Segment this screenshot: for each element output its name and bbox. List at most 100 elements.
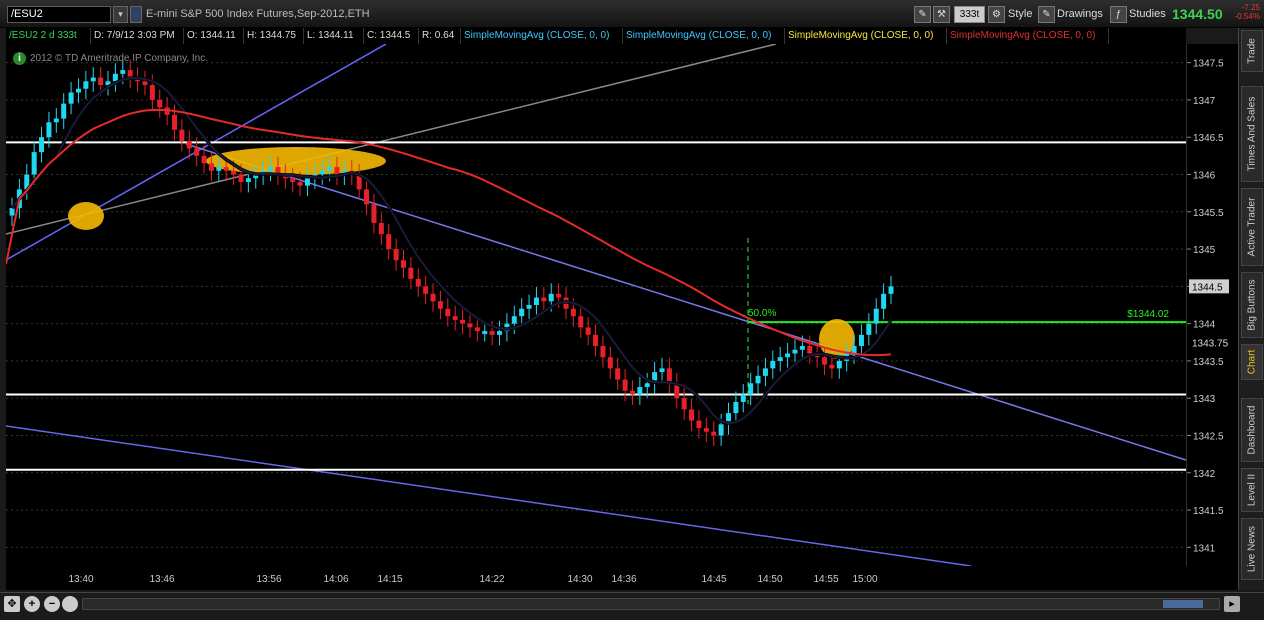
bar-date: D: 7/9/12 3:03 PM — [91, 28, 184, 44]
zoom-in-icon[interactable]: + — [24, 596, 40, 612]
candle-body — [9, 208, 15, 216]
info-icon[interactable]: i — [13, 52, 26, 65]
chart-header: /ESU2 2 d 333t D: 7/9/12 3:03 PM O: 1344… — [6, 28, 1186, 44]
candle-body — [755, 375, 761, 384]
trend-line — [185, 143, 1186, 461]
time-tick-label: 14:06 — [323, 574, 348, 585]
studies-menu[interactable]: Studies — [1129, 8, 1166, 20]
candle-body — [681, 398, 687, 410]
candle-body — [615, 368, 621, 380]
time-tick-label: 14:30 — [567, 574, 592, 585]
candle-body — [777, 357, 783, 361]
candle-body — [327, 167, 333, 171]
candle-body — [881, 293, 887, 309]
time-tick-label: 13:40 — [68, 574, 93, 585]
gear-icon[interactable]: ⚙ — [988, 6, 1005, 23]
candle-body — [578, 316, 584, 328]
time-axis-canvas: 13:40 13:46 13:56 14:06 14:15 14:22 14:30 14:36… — [68, 574, 877, 585]
candle-body — [467, 323, 473, 328]
time-axis[interactable]: 13:40 13:46 13:56 14:06 14:15 14:22 14:30 14:36… — [6, 566, 1238, 590]
tab-times-and-sales[interactable]: Times And Sales — [1241, 86, 1263, 182]
study-label-1[interactable]: SimpleMovingAvg (CLOSE, 0, 0) — [461, 28, 623, 44]
candle-body — [460, 319, 466, 324]
time-scrollbar[interactable] — [82, 598, 1220, 610]
candle-body — [231, 170, 237, 175]
candle-body — [112, 73, 118, 82]
tab-trade[interactable]: Trade — [1241, 30, 1263, 72]
copyright-text: 2012 © TD Ameritrade IP Company, Inc. — [30, 53, 209, 64]
candle-body — [585, 327, 591, 335]
candle-body — [186, 140, 192, 149]
candle-body — [659, 368, 665, 373]
link-icon[interactable] — [130, 6, 142, 23]
candle-body — [371, 204, 377, 223]
price-tick-label: 1343 — [1193, 394, 1216, 405]
time-tick-label: 14:50 — [757, 574, 782, 585]
tab-active-trader[interactable]: Active Trader — [1241, 188, 1263, 266]
symbol-dropdown-icon[interactable]: ▾ — [113, 6, 128, 23]
candle-body — [526, 305, 532, 309]
price-tick-label: 1346 — [1193, 171, 1216, 182]
wrench-icon[interactable]: ⚒ — [933, 6, 950, 23]
candle-body — [208, 163, 214, 171]
drawings-menu[interactable]: Drawings — [1057, 8, 1103, 20]
candle-body — [290, 178, 296, 182]
tab-chart[interactable]: Chart — [1241, 344, 1263, 380]
candle-body — [822, 357, 828, 365]
tab-dashboard[interactable]: Dashboard — [1241, 398, 1263, 462]
candle-body — [75, 88, 81, 93]
candle-body — [223, 167, 229, 171]
studies-icon[interactable]: ƒ — [1110, 6, 1127, 23]
price-tick-label: 1347 — [1193, 96, 1216, 107]
fib-label: 50.0% — [748, 308, 776, 319]
symbol-input[interactable]: /ESU2 — [7, 6, 111, 23]
study-label-4[interactable]: SimpleMovingAvg (CLOSE, 0, 0) — [947, 28, 1109, 44]
candle-body — [792, 349, 798, 354]
candle-body — [386, 234, 392, 250]
price-chart[interactable]: $1344.02 50.0% — [6, 44, 1186, 566]
candle-body — [637, 387, 643, 395]
aggregation-button[interactable]: 333t — [954, 6, 985, 23]
crosshair-icon[interactable]: ✎ — [914, 6, 931, 23]
candle-body — [533, 297, 539, 305]
scrollbar-thumb[interactable] — [1163, 600, 1203, 608]
candle-body — [90, 77, 96, 82]
study-label-3[interactable]: SimpleMovingAvg (CLOSE, 0, 0) — [785, 28, 947, 44]
candle-body — [873, 308, 879, 324]
candle-body — [829, 364, 835, 369]
reset-zoom-icon[interactable] — [62, 596, 78, 612]
candle-body — [851, 346, 857, 354]
candle-body — [68, 92, 74, 104]
candle-body — [53, 118, 59, 123]
candle-body — [393, 249, 399, 261]
candle-body — [519, 308, 525, 317]
candle-body — [238, 174, 244, 182]
tab-level-ii[interactable]: Level II — [1241, 468, 1263, 512]
trend-line — [6, 425, 972, 566]
zoom-out-icon[interactable]: − — [44, 596, 60, 612]
candle-body — [474, 327, 480, 332]
pencil-icon[interactable]: ✎ — [1038, 6, 1055, 23]
candle-body — [149, 85, 155, 100]
pan-icon[interactable]: ✥ — [4, 596, 20, 612]
candle-body — [600, 346, 606, 358]
study-label-2[interactable]: SimpleMovingAvg (CLOSE, 0, 0) — [623, 28, 785, 44]
price-axis-canvas: 1347.5 1347 1346.5 1346 1345.5 1345 1344.5 1344… — [1187, 59, 1229, 554]
close-value: C: 1344.5 — [364, 28, 419, 44]
price-level-label: $1344.02 — [1127, 309, 1169, 320]
range-value: R: 0.64 — [419, 28, 461, 44]
candle-body — [157, 99, 163, 108]
symbol-period: /ESU2 2 d 333t — [6, 28, 91, 44]
tab-big-buttons[interactable]: Big Buttons — [1241, 272, 1263, 338]
candle-body — [378, 222, 384, 235]
net-change-percent: -0.54% — [1234, 12, 1260, 21]
price-tick-label: 1345 — [1193, 245, 1216, 256]
low-value: L: 1344.11 — [304, 28, 364, 44]
candle-body — [364, 189, 370, 205]
candle-body — [415, 278, 421, 287]
candle-body — [98, 77, 104, 86]
price-axis[interactable]: 1347.5 1347 1346.5 1346 1345.5 1345 1344.5 1344… — [1186, 44, 1238, 566]
tab-live-news[interactable]: Live News — [1241, 518, 1263, 580]
style-menu[interactable]: Style — [1008, 8, 1032, 20]
scroll-right-icon[interactable]: ▸ — [1224, 596, 1240, 612]
